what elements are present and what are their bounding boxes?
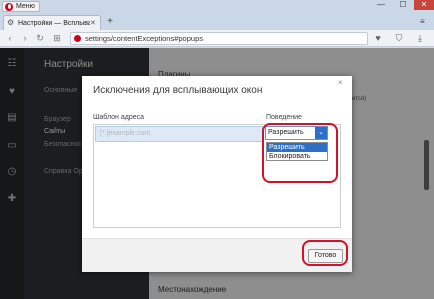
tab-settings[interactable]: ⚙ Настройки — Всплываю ✕: [3, 15, 101, 30]
address-toolbar: ‹ › ↻ ⊞ settings/contentExceptions#popup…: [0, 30, 434, 47]
reload-button[interactable]: ↻: [34, 33, 46, 44]
opera-logo-icon: [74, 35, 81, 42]
address-field[interactable]: settings/contentExceptions#popups: [70, 32, 368, 45]
new-tab-button[interactable]: +: [104, 17, 116, 28]
tab-menu-icon[interactable]: ≡: [420, 17, 425, 26]
menu-label: Меню: [16, 3, 35, 10]
pattern-input[interactable]: [*.]example.com: [95, 126, 263, 142]
behavior-column-header: Поведение: [266, 114, 302, 121]
dialog-close-button[interactable]: ×: [338, 78, 343, 87]
minimize-button[interactable]: —: [370, 0, 392, 10]
opera-menu-button[interactable]: Меню: [2, 1, 40, 12]
opera-logo-icon: [5, 2, 13, 11]
close-window-button[interactable]: ✕: [414, 0, 434, 10]
tab-close-icon[interactable]: ✕: [90, 19, 96, 27]
tab-strip: ⚙ Настройки — Всплываю ✕ + ≡: [0, 13, 434, 30]
tab-title: Настройки — Всплываю: [18, 19, 90, 27]
heart-icon[interactable]: ♥: [372, 33, 384, 44]
title-bar: Меню — ☐ ✕: [0, 0, 434, 13]
gear-icon: ⚙: [7, 18, 15, 27]
highlight-annotation-select: [262, 123, 338, 183]
maximize-button[interactable]: ☐: [392, 0, 414, 10]
url-text: settings/contentExceptions#popups: [85, 34, 203, 43]
speed-dial-button[interactable]: ⊞: [51, 33, 63, 44]
forward-button[interactable]: ›: [19, 33, 31, 44]
back-button[interactable]: ‹: [4, 33, 16, 44]
download-icon[interactable]: ⤓: [414, 33, 426, 44]
shield-icon[interactable]: ⛉: [393, 33, 405, 44]
dialog-title: Исключения для всплывающих окон: [93, 85, 263, 96]
highlight-annotation-done: [302, 240, 348, 266]
pattern-column-header: Шаблон адреса: [93, 114, 145, 121]
